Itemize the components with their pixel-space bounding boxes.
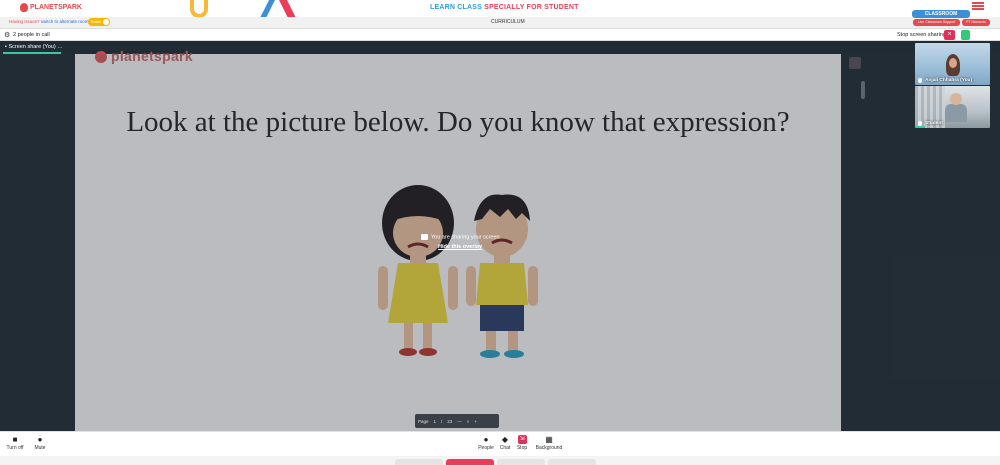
more-icon[interactable]: … (57, 44, 63, 50)
zoom-search-icon[interactable]: ⌕ (467, 419, 470, 424)
participant-tile-student[interactable]: Student (915, 86, 990, 128)
bottom-nav (0, 456, 1000, 465)
classroom-button[interactable]: CLASSROOM (912, 10, 970, 18)
angry-kids-illustration (378, 185, 538, 358)
logo-text: PLANETSPARK (30, 4, 82, 11)
screen-icon: ▪ (5, 44, 7, 50)
slide-title: Look at the picture below. Do you know t… (126, 106, 790, 138)
issues-label: Having issues? (9, 19, 40, 24)
background-label: Background (535, 445, 563, 451)
slide-brand-text: planetspark (111, 48, 193, 64)
turn-off-label: Turn off (6, 445, 24, 451)
slide-brand: planetspark (95, 48, 193, 64)
sub-header: Having issues? switch to alternate room … (0, 17, 1000, 28)
call-controls: ■ Turn off ● Mute ● People ◆ Chat ⇲ Stop ▦ Bac… (0, 431, 1000, 456)
bottom-tab-active[interactable] (446, 459, 494, 465)
brand-icon (95, 51, 107, 64)
curriculum-link[interactable]: CURRICULUM (491, 19, 525, 25)
planetspark-logo[interactable]: PLANETSPARK (20, 3, 82, 12)
bottom-tab[interactable] (395, 459, 443, 465)
speaking-indicator (915, 126, 925, 128)
chat-icon: ◆ (501, 435, 509, 444)
expand-icon[interactable] (849, 57, 861, 69)
shared-slide: planetspark Look at the picture below. D… (75, 48, 841, 431)
live-support-button[interactable]: Live Classroom Support (913, 19, 960, 26)
participant-face (950, 93, 962, 105)
decorative-shape (260, 0, 296, 18)
stop-share-icon: ⇲ (517, 435, 527, 444)
headline-part2: SPECIALLY FOR STUDENT (484, 4, 579, 11)
stop-sharing-close-icon[interactable]: × (944, 30, 955, 40)
scrollbar-thumb[interactable] (861, 81, 865, 99)
page-toolbar: Page 1 / 23 — ⌕ + (415, 414, 499, 428)
zoom-in-icon[interactable]: + (474, 419, 477, 424)
participant-tile-you[interactable]: Anjali Chhabra (You) (915, 43, 990, 85)
bottom-tab[interactable] (497, 459, 545, 465)
green-action-button[interactable] (961, 30, 970, 40)
participant-name: Anjali Chhabra (You) (925, 78, 973, 83)
stop-share-button[interactable]: ⇲ Stop (514, 435, 530, 451)
logo-icon (20, 3, 28, 12)
monitor-icon (421, 234, 428, 240)
people-button[interactable]: ● People (476, 435, 496, 451)
participant-name: Student (925, 121, 943, 126)
people-count: 2 people in call (13, 32, 50, 38)
page-headline: LEARN CLASS SPECIALLY FOR STUDENT (430, 4, 579, 11)
headline-part1: LEARN CLASS (430, 4, 482, 11)
active-tab-indicator (3, 52, 61, 54)
chat-button[interactable]: ◆ Chat (497, 435, 513, 451)
page-label: Page (418, 418, 429, 424)
stop-label: Stop (516, 445, 528, 451)
camera-icon: ■ (12, 435, 18, 444)
people-label: People (478, 445, 494, 451)
switch-label: Switch (91, 19, 102, 24)
call-area: ▪ Screen share (You) … planetspark Look … (0, 41, 1000, 431)
page-separator: / (441, 418, 443, 424)
top-header: PLANETSPARK LEARN CLASS SPECIALLY FOR ST… (0, 0, 1000, 18)
hide-overlay-link[interactable]: Hide this overlay (438, 244, 482, 250)
microphone-icon: ● (37, 435, 43, 444)
participant-face (949, 58, 957, 68)
zoom-out-icon[interactable]: — (457, 419, 462, 424)
pt-moments-button[interactable]: PT Moments (962, 19, 990, 26)
gear-icon[interactable]: ⚙ (4, 31, 10, 39)
tab-label: Screen share (You) (8, 44, 56, 50)
alternate-room-link[interactable]: switch to alternate room (41, 19, 89, 24)
person-icon: ● (483, 435, 489, 444)
tab-screen-share[interactable]: ▪ Screen share (You) … (5, 44, 63, 50)
chat-label: Chat (499, 445, 511, 451)
decorative-arc (190, 0, 208, 18)
menu-icon[interactable] (972, 2, 984, 10)
background-icon: ▦ (545, 435, 553, 444)
alternate-room-switch[interactable]: Switch (88, 18, 110, 26)
bottom-tab[interactable] (548, 459, 596, 465)
sharing-message-text: You are sharing your screen (431, 234, 500, 241)
issues-text: Having issues? switch to alternate room (9, 19, 89, 24)
current-page[interactable]: 1 (434, 419, 437, 424)
total-pages: 23 (447, 418, 453, 424)
participant-video (945, 104, 967, 122)
mute-button[interactable]: ● Mute (31, 435, 49, 451)
mute-label: Mute (34, 445, 46, 451)
background-button[interactable]: ▦ Background (533, 435, 565, 451)
turn-off-camera-button[interactable]: ■ Turn off (5, 435, 25, 451)
mic-icon (918, 78, 922, 83)
stop-sharing-label[interactable]: Stop screen sharing (897, 32, 946, 38)
sharing-message: You are sharing your screen (421, 234, 500, 240)
call-info-bar: ⚙ 2 people in call Stop screen sharing × (0, 28, 1000, 41)
